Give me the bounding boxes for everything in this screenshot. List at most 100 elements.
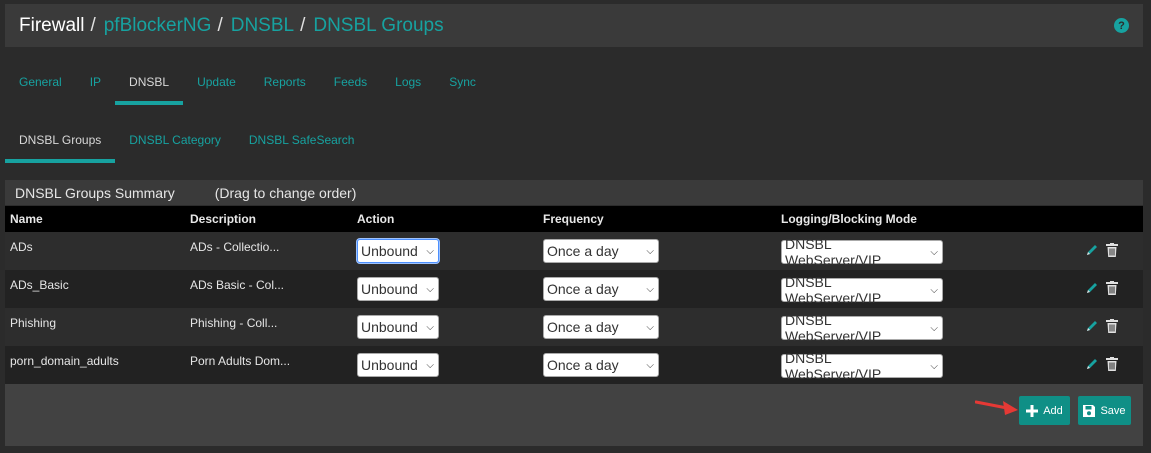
column-header-mode: Logging/Blocking Mode xyxy=(781,212,917,226)
row-name: ADs xyxy=(10,240,33,254)
breadcrumb-separator: / xyxy=(217,14,223,36)
tab-reports[interactable]: Reports xyxy=(250,62,320,105)
column-header-actions xyxy=(1036,206,1143,232)
mode-select[interactable]: DNSBL WebServer/VIP ⌵ xyxy=(781,236,943,268)
row-actions xyxy=(1036,308,1143,346)
table-row[interactable]: ADs_Basic ADs Basic - Col... Unbound ⌵ On… xyxy=(5,270,1143,308)
breadcrumb-separator: / xyxy=(90,14,96,36)
tab-dnsbl-category[interactable]: DNSBL Category xyxy=(115,120,235,163)
chevron-down-icon: ⌵ xyxy=(930,284,938,296)
action-select-value: Unbound xyxy=(361,357,418,373)
chevron-down-icon: ⌵ xyxy=(646,245,654,257)
chevron-down-icon: ⌵ xyxy=(930,246,938,258)
table-header-row: Name Description Action Frequency Loggin… xyxy=(5,206,1143,232)
mode-select[interactable]: DNSBL WebServer/VIP ⌵ xyxy=(781,350,943,382)
table-row[interactable]: ADs ADs - Collectio... Unbound ⌵ Once a d… xyxy=(5,232,1143,270)
save-button[interactable]: Save xyxy=(1078,396,1131,425)
chevron-down-icon: ⌵ xyxy=(930,322,938,334)
tab-general[interactable]: General xyxy=(5,62,76,105)
breadcrumb-dnsbl[interactable]: DNSBL xyxy=(231,15,294,37)
table-row[interactable]: Phishing Phishing - Coll... Unbound ⌵ Onc… xyxy=(5,308,1143,346)
question-icon[interactable]: ? xyxy=(1114,18,1129,33)
chevron-down-icon: ⌵ xyxy=(646,359,654,371)
breadcrumb-dnsbl-groups[interactable]: DNSBL Groups xyxy=(313,15,443,37)
trash-icon[interactable] xyxy=(1106,356,1118,374)
tab-update[interactable]: Update xyxy=(183,62,250,105)
row-name: Phishing xyxy=(10,316,57,330)
tab-feeds[interactable]: Feeds xyxy=(320,62,381,105)
tab-ip[interactable]: IP xyxy=(76,62,115,105)
trash-icon[interactable] xyxy=(1106,280,1118,298)
frequency-select-value: Once a day xyxy=(547,357,619,373)
action-select-value: Unbound xyxy=(361,281,418,297)
floppy-disk-icon xyxy=(1083,404,1096,417)
pencil-icon[interactable] xyxy=(1085,281,1099,298)
mode-select-value: DNSBL WebServer/VIP xyxy=(785,236,882,268)
frequency-select[interactable]: Once a day ⌵ xyxy=(543,277,659,301)
save-button-label: Save xyxy=(1100,404,1126,417)
tab-logs[interactable]: Logs xyxy=(381,62,435,105)
row-actions xyxy=(1036,346,1143,384)
row-actions xyxy=(1036,270,1143,308)
groups-table: Name Description Action Frequency Loggin… xyxy=(5,206,1143,384)
action-select[interactable]: Unbound ⌵ xyxy=(357,353,439,377)
pencil-icon[interactable] xyxy=(1085,319,1099,336)
frequency-select-value: Once a day xyxy=(547,281,619,297)
drag-hint: (Drag to change order) xyxy=(214,184,357,201)
mode-select-value: DNSBL WebServer/VIP xyxy=(785,350,882,382)
plus-icon xyxy=(1026,404,1039,417)
row-description: Porn Adults Dom... xyxy=(190,354,291,368)
frequency-select[interactable]: Once a day ⌵ xyxy=(543,353,659,377)
frequency-select-value: Once a day xyxy=(547,243,619,259)
chevron-down-icon: ⌵ xyxy=(426,283,434,295)
chevron-down-icon: ⌵ xyxy=(426,321,434,333)
mode-select-value: DNSBL WebServer/VIP xyxy=(785,312,882,344)
breadcrumb-pfblockerng[interactable]: pfBlockerNG xyxy=(104,15,212,37)
frequency-select[interactable]: Once a day ⌵ xyxy=(543,315,659,339)
action-select[interactable]: Unbound ⌵ xyxy=(357,277,439,301)
annotation-arrow-icon xyxy=(975,400,1018,415)
action-select-value: Unbound xyxy=(361,319,418,335)
mode-select[interactable]: DNSBL WebServer/VIP ⌵ xyxy=(781,274,943,306)
mode-select[interactable]: DNSBL WebServer/VIP ⌵ xyxy=(781,312,943,344)
frequency-select[interactable]: Once a day ⌵ xyxy=(543,239,659,263)
panel-heading: DNSBL Groups Summary (Drag to change ord… xyxy=(5,180,1143,206)
chevron-down-icon: ⌵ xyxy=(646,321,654,333)
column-header-frequency: Frequency xyxy=(543,212,604,226)
row-description: ADs - Collectio... xyxy=(190,240,280,254)
table-row[interactable]: porn_domain_adults Porn Adults Dom... Un… xyxy=(5,346,1143,384)
sub-tabs: DNSBL Groups DNSBL Category DNSBL SafeSe… xyxy=(5,120,368,163)
frequency-select-value: Once a day xyxy=(547,319,619,335)
tab-dnsbl[interactable]: DNSBL xyxy=(115,62,184,105)
tab-dnsbl-groups[interactable]: DNSBL Groups xyxy=(5,120,116,163)
chevron-down-icon: ⌵ xyxy=(426,359,434,371)
mode-select-value: DNSBL WebServer/VIP xyxy=(785,274,882,306)
breadcrumb-separator: / xyxy=(300,14,306,36)
breadcrumb: Firewall / pfBlockerNG / DNSBL / DNSBL G… xyxy=(5,4,1143,47)
pencil-icon[interactable] xyxy=(1085,243,1099,260)
chevron-down-icon: ⌵ xyxy=(426,245,434,257)
breadcrumb-firewall: Firewall xyxy=(19,14,85,36)
main-tabs: General IP DNSBL Update Reports Feeds Lo… xyxy=(5,62,490,105)
column-header-action: Action xyxy=(357,212,395,226)
row-name: ADs_Basic xyxy=(10,278,69,292)
row-description: Phishing - Coll... xyxy=(190,316,278,330)
add-button[interactable]: Add xyxy=(1019,396,1070,425)
panel-title: DNSBL Groups Summary xyxy=(15,184,175,201)
row-actions xyxy=(1036,232,1143,270)
trash-icon[interactable] xyxy=(1106,242,1118,260)
add-button-label: Add xyxy=(1043,404,1063,417)
tab-sync[interactable]: Sync xyxy=(435,62,490,105)
action-select[interactable]: Unbound ⌵ xyxy=(357,239,439,263)
column-header-description: Description xyxy=(190,212,257,226)
row-description: ADs Basic - Col... xyxy=(190,278,285,292)
dnsbl-groups-panel: DNSBL Groups Summary (Drag to change ord… xyxy=(5,180,1143,446)
column-header-name: Name xyxy=(10,212,43,226)
chevron-down-icon: ⌵ xyxy=(930,360,938,372)
action-select[interactable]: Unbound ⌵ xyxy=(357,315,439,339)
trash-icon[interactable] xyxy=(1106,318,1118,336)
action-select-value: Unbound xyxy=(361,243,418,259)
pencil-icon[interactable] xyxy=(1085,357,1099,374)
tab-dnsbl-safesearch[interactable]: DNSBL SafeSearch xyxy=(235,120,369,163)
chevron-down-icon: ⌵ xyxy=(646,283,654,295)
